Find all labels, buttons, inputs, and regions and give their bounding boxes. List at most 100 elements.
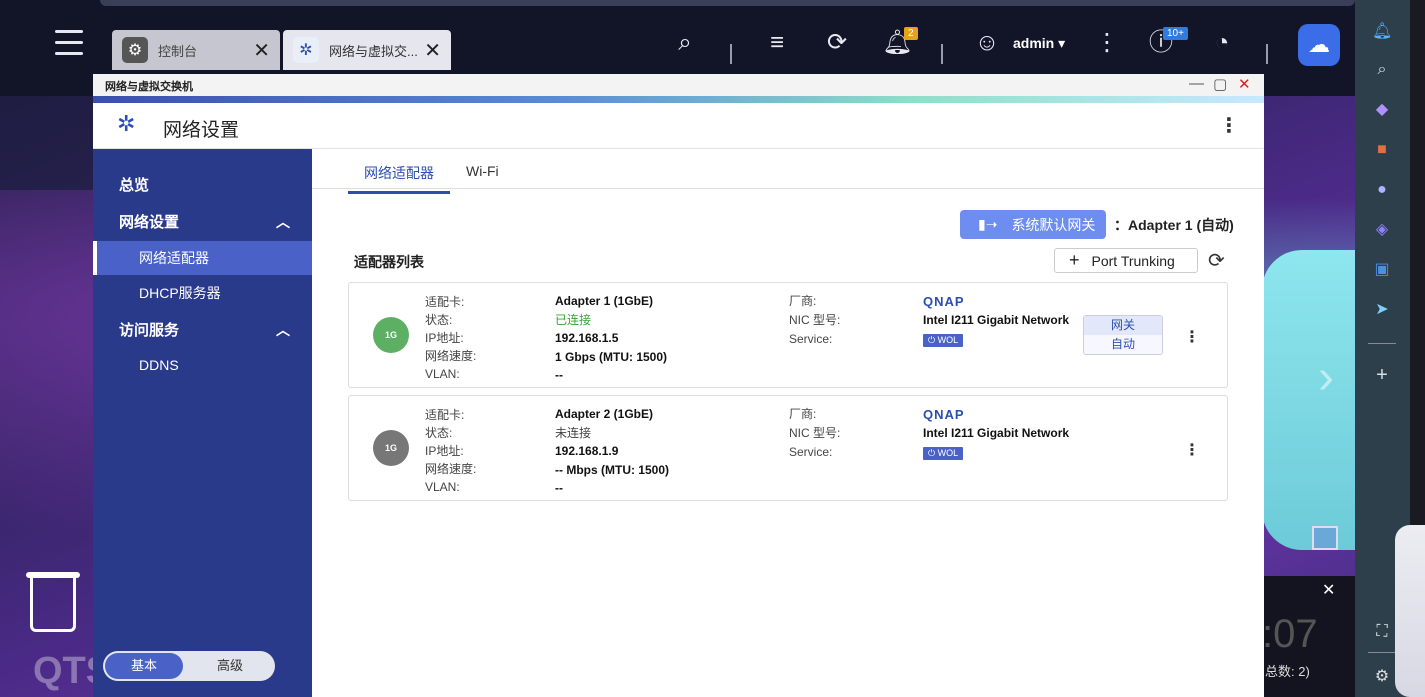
sidebar-item-access-services[interactable]: 访问服务 ︿ xyxy=(93,312,312,346)
snip-icon[interactable]: ⛶ xyxy=(1372,622,1392,642)
user-icon[interactable]: ☺ xyxy=(972,28,1002,58)
label-vlan: VLAN: xyxy=(425,367,460,381)
user-group-icon[interactable]: ● xyxy=(1372,180,1392,200)
vendor-logo: QNAP xyxy=(923,294,965,309)
tab-network-switch[interactable]: ✲ 网络与虚拟交... ✕ xyxy=(283,30,451,70)
add-icon[interactable]: + xyxy=(1372,365,1392,385)
send-icon[interactable]: ➤ xyxy=(1372,300,1392,320)
cube-icon[interactable]: ◈ xyxy=(1372,220,1392,240)
gateway-badge-mode: 自动 xyxy=(1110,337,1135,351)
more-icon[interactable]: ⋮ xyxy=(1092,28,1122,58)
nic-model: Intel I211 Gigabit Network xyxy=(923,426,1070,440)
adapter-ip: 192.168.1.9 xyxy=(555,444,619,458)
tasks-icon[interactable]: ≡ xyxy=(762,28,792,58)
chevron-up-icon: ︿ xyxy=(276,322,290,338)
value-column: Adapter 2 (1GbE) 未连接 192.168.1.9 -- Mbps… xyxy=(555,405,669,498)
refresh-icon[interactable]: ⟳ xyxy=(1208,248,1225,273)
cloud-icon[interactable]: ☁ xyxy=(1298,24,1340,66)
label-ip: IP地址: xyxy=(425,444,464,458)
sidebar-item-label: DDNS xyxy=(139,357,179,373)
close-icon[interactable]: ✕ xyxy=(253,38,270,63)
desktop-app-icon[interactable] xyxy=(1312,526,1338,550)
wol-badge: ⏻ WOL xyxy=(923,334,964,347)
label-status: 状态: xyxy=(425,313,453,327)
close-icon[interactable]: ✕ xyxy=(1322,580,1335,600)
more-options-icon[interactable]: ⋮ xyxy=(1219,113,1239,138)
value-column-2: QNAP Intel I211 Gigabit Network ⏻ WOL xyxy=(923,405,1073,462)
gateway-value: ：Adapter 1 (自动) xyxy=(1114,217,1234,233)
tab-wifi[interactable]: Wi-Fi xyxy=(466,163,499,187)
gear-icon: ⚙ xyxy=(122,37,148,63)
label-service: Service: xyxy=(789,332,833,346)
adapter-speed: -- Mbps (MTU: 1500) xyxy=(555,462,669,477)
network-icon: ✲ xyxy=(293,37,319,63)
toolbox-icon[interactable]: ■ xyxy=(1372,140,1392,160)
adapter-card[interactable]: 1G 适配卡: 状态: IP地址: 网络速度: VLAN: Adapter 1 … xyxy=(348,282,1228,388)
tag-icon[interactable]: ◆ xyxy=(1372,100,1392,120)
sidebar-item-network-adapter[interactable]: 网络适配器 xyxy=(93,241,312,275)
separator xyxy=(1266,44,1268,64)
gateway-icon: ▮➝ xyxy=(978,216,998,232)
network-settings-icon: ✲ xyxy=(117,111,136,136)
settings-icon[interactable]: ⚙ xyxy=(1372,667,1392,687)
mode-toggle[interactable]: 基本 高级 xyxy=(103,651,275,681)
tab-control-panel[interactable]: ⚙ 控制台 ✕ xyxy=(112,30,280,70)
close-icon[interactable]: ✕ xyxy=(424,38,441,63)
sidebar-item-dhcp-server[interactable]: DHCP服务器 xyxy=(93,276,312,310)
maximize-icon[interactable]: ▢ xyxy=(1213,75,1227,93)
mascot-image xyxy=(1395,525,1425,697)
ethernet-port-icon: 1G xyxy=(373,317,409,353)
minimize-icon[interactable]: — xyxy=(1189,75,1204,92)
admin-menu[interactable]: admin ▾ xyxy=(1013,35,1065,52)
more-options-icon[interactable]: ⋮ xyxy=(1184,327,1200,347)
close-icon[interactable]: ✕ xyxy=(1238,75,1251,93)
port-trunking-button[interactable]: + Port Trunking xyxy=(1054,248,1198,273)
sidebar-item-ddns[interactable]: DDNS xyxy=(93,348,312,382)
dashboard-icon[interactable]: ◔ xyxy=(1207,28,1237,58)
label-column-2: 厂商: NIC 型号: Service: xyxy=(789,292,840,349)
adapter-vlan: -- xyxy=(555,368,563,382)
adapter-name: Adapter 2 (1GbE) xyxy=(555,407,654,421)
separator xyxy=(730,44,732,64)
vendor-logo: QNAP xyxy=(923,407,965,422)
mode-advanced-button[interactable]: 高级 xyxy=(191,653,269,679)
adapter-status: 已连接 xyxy=(555,312,592,327)
sidebar-item-label: 访问服务 xyxy=(119,321,180,339)
main-menu-icon[interactable] xyxy=(55,30,83,58)
window-title: 网络与虚拟交换机 xyxy=(105,81,193,93)
outlook-icon[interactable]: ▣ xyxy=(1372,260,1392,280)
mode-basic-button[interactable]: 基本 xyxy=(105,653,183,679)
label-vlan: VLAN: xyxy=(425,480,460,494)
dock-separator xyxy=(1368,343,1396,344)
wol-badge: ⏻ WOL xyxy=(923,447,964,460)
tab-label: 网络与虚拟交... xyxy=(329,43,418,59)
search-icon[interactable]: ⌕ xyxy=(1372,60,1392,80)
adapter-status: 未连接 xyxy=(555,425,592,440)
page-title: 网络设置 xyxy=(163,120,240,141)
label-card: 适配卡: xyxy=(425,295,465,309)
chevron-right-icon[interactable]: › xyxy=(1318,350,1334,405)
clock-fragment: :07 xyxy=(1262,612,1318,656)
more-options-icon[interactable]: ⋮ xyxy=(1184,440,1200,460)
gateway-badge-label: 网关 xyxy=(1084,316,1162,335)
value-column: Adapter 1 (1GbE) 已连接 192.168.1.5 1 Gbps … xyxy=(555,292,667,385)
label-service: Service: xyxy=(789,445,833,459)
bell-icon[interactable]: 🔔︎ xyxy=(1372,22,1392,42)
default-gateway-button[interactable]: ▮➝ 系统默认网关 xyxy=(960,210,1106,239)
sidebar-item-overview[interactable]: 总览 xyxy=(93,167,312,201)
gateway-badge: 网关 自动 xyxy=(1083,315,1163,355)
sidebar-item-label: 网络设置 xyxy=(119,213,180,231)
adapter-card[interactable]: 1G 适配卡: 状态: IP地址: 网络速度: VLAN: Adapter 2 … xyxy=(348,395,1228,501)
sidebar-item-label: 网络适配器 xyxy=(139,250,209,266)
sync-icon[interactable]: ⟳ xyxy=(822,28,852,58)
content-tabs: 网络适配器 Wi-Fi xyxy=(312,149,1264,194)
adapter-list-title: 适配器列表 xyxy=(354,254,424,270)
recycle-bin-icon[interactable] xyxy=(30,572,76,632)
window-titlebar[interactable]: 网络与虚拟交换机 — ▢ ✕ xyxy=(93,74,1264,96)
label-column: 适配卡: 状态: IP地址: 网络速度: VLAN: xyxy=(425,406,476,496)
search-icon[interactable]: ⌕ xyxy=(670,28,700,58)
tab-network-adapter[interactable]: 网络适配器 xyxy=(348,163,450,194)
adapter-vlan: -- xyxy=(555,481,563,495)
sidebar-item-network-settings[interactable]: 网络设置 ︿ xyxy=(93,204,312,238)
port-trunking-label: Port Trunking xyxy=(1091,252,1175,269)
